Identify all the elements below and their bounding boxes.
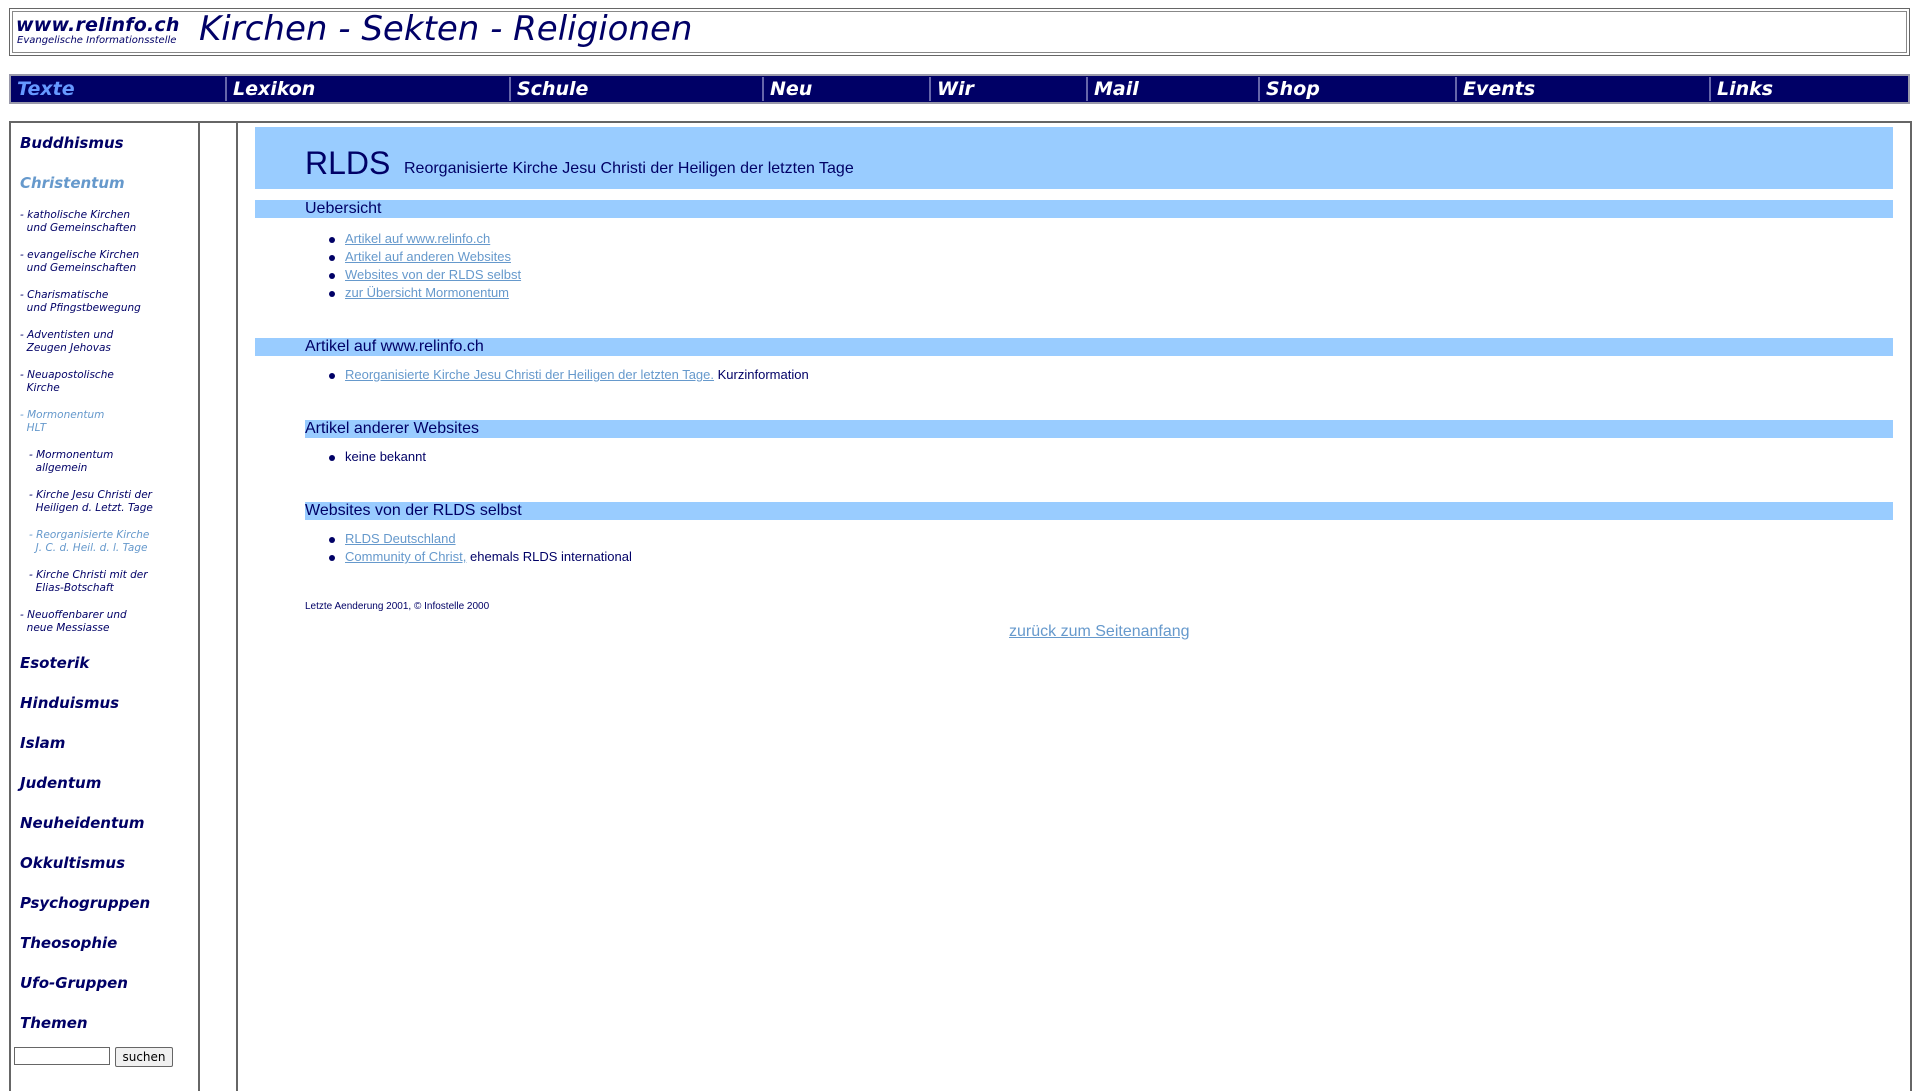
list-item: RLDS Deutschland [329,530,632,548]
sidebar-sub-evangelische[interactable]: - evangelische Kirchen und Gemeinschafte… [20,249,139,275]
list-item: Community of Christ, ehemals RLDS intern… [329,548,632,566]
sidebar-item-themen[interactable]: Themen [20,1014,88,1032]
sidebar-item-buddhismus[interactable]: Buddhismus [20,134,124,152]
list-item: zur Übersicht Mormonentum [328,284,521,302]
content-frame: Buddhismus Christentum - katholische Kir… [9,121,1912,1091]
overview-link-rlds-websites[interactable]: Websites von der RLDS selbst [345,267,521,282]
sidebar-sub-reorganisierte-kirche[interactable]: - Reorganisierte Kirche J. C. d. Heil. d… [29,529,149,555]
community-of-christ-suffix: ehemals RLDS international [470,549,632,564]
nav-item-shop[interactable]: Shop [1260,77,1457,101]
footer-note: Letzte Aenderung 2001, © Infostelle 2000 [305,601,490,612]
community-of-christ-link[interactable]: Community of Christ, [345,549,466,564]
nav-item-texte[interactable]: Texte [11,77,227,101]
sidebar-sub-kirche-jesu-christi[interactable]: - Kirche Jesu Christi der Heiligen d. Le… [29,489,153,515]
sidebar-sub-neuoffenbarer[interactable]: - Neuoffenbarer und neue Messiasse [20,609,127,635]
list-item: Reorganisierte Kirche Jesu Christi der H… [329,366,809,384]
sidebar-item-christentum[interactable]: Christentum [20,174,125,192]
page-subtitle: Reorganisierte Kirche Jesu Christi der H… [404,160,854,177]
section-heading-other: Artikel anderer Websites [305,420,1893,438]
overview-list: Artikel auf www.relinfo.ch Artikel auf a… [328,230,521,302]
site-logo-text[interactable]: www.relinfo.ch [16,14,180,36]
main-nav: Texte Lexikon Schule Neu Wir Mail Shop E… [9,74,1910,104]
nav-item-neu[interactable]: Neu [764,77,931,101]
rlds-deutschland-link[interactable]: RLDS Deutschland [345,531,456,546]
sidebar-sub-adventisten[interactable]: - Adventisten und Zeugen Jehovas [20,329,113,355]
nav-item-wir[interactable]: Wir [931,77,1088,101]
sidebar-sub-mormonentum-hlt[interactable]: - Mormonentum HLT [20,409,104,435]
sidebar-item-okkultismus[interactable]: Okkultismus [20,854,125,872]
overview-link-other-websites[interactable]: Artikel auf anderen Websites [345,249,511,264]
title-band: RLDS Reorganisierte Kirche Jesu Christi … [255,127,1893,189]
search-input[interactable] [14,1047,110,1065]
sidebar-item-ufo-gruppen[interactable]: Ufo-Gruppen [20,974,128,992]
overview-link-relinfo[interactable]: Artikel auf www.relinfo.ch [345,231,490,246]
sidebar-sub-charismatische[interactable]: - Charismatische und Pfingstbewegung [20,289,141,315]
page-title: RLDS [305,145,391,181]
sidebar-item-theosophie[interactable]: Theosophie [20,934,117,952]
own-list: RLDS Deutschland Community of Christ, eh… [329,530,632,566]
relinfo-article-suffix: Kurzinformation [717,367,809,382]
sidebar-item-hinduismus[interactable]: Hinduismus [20,694,119,712]
section-heading-own: Websites von der RLDS selbst [305,502,1893,520]
section-heading-overview: Uebersicht [255,200,1893,218]
nav-item-schule[interactable]: Schule [511,77,764,101]
sidebar-sub-mormonentum-allgemein[interactable]: - Mormonentum allgemein [29,449,113,475]
other-list: keine bekannt [329,448,426,466]
sidebar-item-psychogruppen[interactable]: Psychogruppen [20,894,150,912]
nav-item-links[interactable]: Links [1711,77,1908,101]
search-button[interactable]: suchen [115,1047,173,1067]
site-title: Kirchen - Sekten - Religionen [199,9,693,49]
site-header: www.relinfo.ch Evangelische Informations… [9,8,1910,56]
site-subtitle: Evangelische Informationsstelle [17,35,177,46]
list-item: keine bekannt [329,449,426,464]
sidebar-item-judentum[interactable]: Judentum [20,774,101,792]
sidebar-item-neuheidentum[interactable]: Neuheidentum [20,814,144,832]
nav-item-events[interactable]: Events [1457,77,1711,101]
overview-link-mormonentum[interactable]: zur Übersicht Mormonentum [345,285,509,300]
sidebar-sub-katholische[interactable]: - katholische Kirchen und Gemeinschaften [20,209,136,235]
back-to-top-link[interactable]: zurück zum Seitenanfang [1009,623,1190,641]
section-heading-relinfo: Artikel auf www.relinfo.ch [255,338,1893,356]
sidebar-item-islam[interactable]: Islam [20,734,65,752]
sidebar-sub-neuapostolische[interactable]: - Neuapostolische Kirche [20,369,114,395]
list-item: Artikel auf anderen Websites [328,248,521,266]
nav-item-lexikon[interactable]: Lexikon [227,77,511,101]
list-item: Artikel auf www.relinfo.ch [328,230,521,248]
relinfo-article-link[interactable]: Reorganisierte Kirche Jesu Christi der H… [345,367,714,382]
list-item: Websites von der RLDS selbst [328,266,521,284]
sidebar-item-esoterik[interactable]: Esoterik [20,654,89,672]
sidebar-sub-elias-botschaft[interactable]: - Kirche Christi mit der Elias-Botschaft [29,569,148,595]
relinfo-list: Reorganisierte Kirche Jesu Christi der H… [329,366,809,384]
sidebar-gutter [200,123,238,1091]
sidebar: Buddhismus Christentum - katholische Kir… [11,123,200,1091]
nav-item-mail[interactable]: Mail [1088,77,1260,101]
